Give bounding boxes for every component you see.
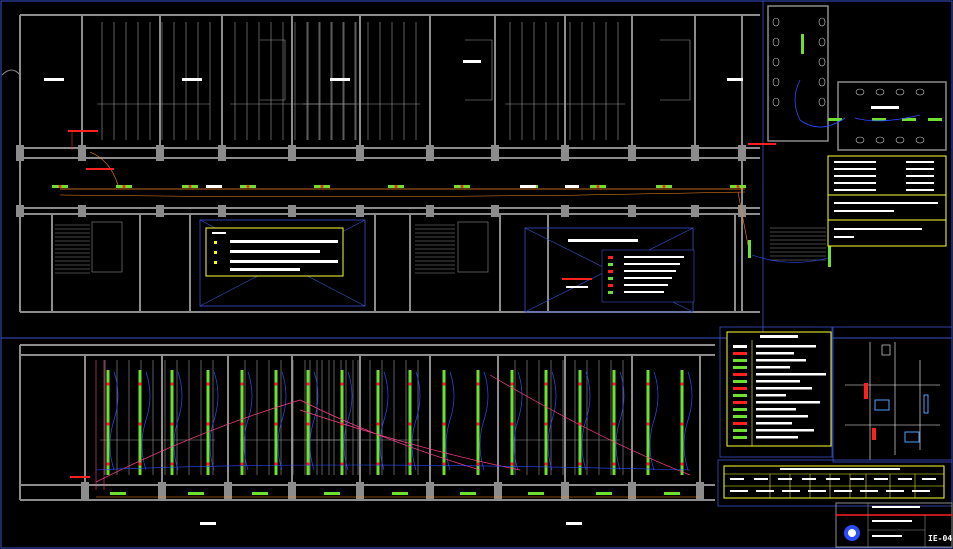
lighting-fixture-icon <box>376 370 380 475</box>
lighting-fixture-icon <box>206 370 210 475</box>
lighting-fixture-icon <box>182 185 198 188</box>
lighting-fixture-icon <box>476 370 480 475</box>
lighting-fixture-icon <box>240 185 256 188</box>
lighting-fixture-icon <box>170 370 174 475</box>
lighting-fixture-icon <box>106 370 110 475</box>
lighting-fixture-icon <box>240 370 244 475</box>
notes-box <box>205 227 344 277</box>
lighting-fixture-icon <box>314 185 330 188</box>
lighting-fixture-icon <box>116 185 132 188</box>
lighting-fixture-icon <box>656 185 672 188</box>
lighting-fixture-icon <box>454 185 470 188</box>
lighting-fixture-icon <box>274 370 278 475</box>
circuit-notes-panel <box>827 155 947 247</box>
lighting-fixture-icon <box>340 370 344 475</box>
north-logo-icon <box>844 525 860 541</box>
lighting-fixture-icon <box>306 370 310 475</box>
lighting-fixture-icon <box>680 370 684 475</box>
lighting-fixture-icon <box>578 370 582 475</box>
lighting-fixture-icon <box>612 370 616 475</box>
cad-drawing-canvas[interactable]: IE-04 <box>0 0 953 549</box>
lighting-fixture-icon <box>646 370 650 475</box>
lighting-fixture-icon <box>388 185 404 188</box>
lighting-fixture-icon <box>510 370 514 475</box>
lighting-fixture-icon <box>408 370 412 475</box>
sheet-number: IE-04 <box>928 534 952 543</box>
legend-table <box>719 326 833 458</box>
lighting-fixture-icon <box>138 370 142 475</box>
lighting-fixture-icon <box>52 185 68 188</box>
lighting-fixture-icon <box>544 370 548 475</box>
lighting-fixture-icon <box>730 185 746 188</box>
lighting-fixture-icon <box>590 185 606 188</box>
